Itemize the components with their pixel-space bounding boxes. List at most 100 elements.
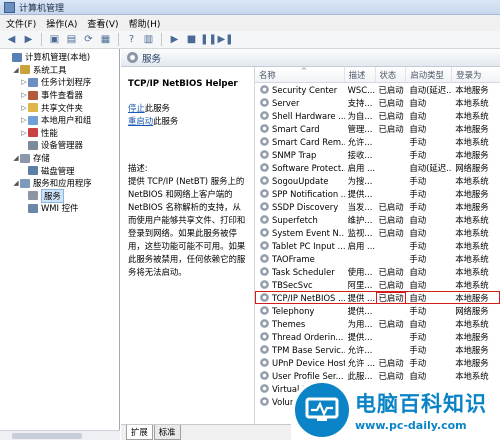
event-icon	[28, 90, 38, 100]
service-gear-icon	[260, 371, 269, 380]
tree-item-label: 服务	[41, 188, 64, 203]
column-status[interactable]: 状态	[376, 67, 407, 82]
stop-service-icon[interactable]: ■	[184, 33, 199, 47]
table-row[interactable]: SSDP Discovery 当发... 已启动 手动 本地服务	[255, 200, 500, 213]
table-row[interactable]: Telephony 提供... 手动 网络服务	[255, 304, 500, 317]
table-row[interactable]: System Event N... 监视... 已启动 自动 本地系统	[255, 226, 500, 239]
column-description[interactable]: 描述	[345, 67, 376, 82]
service-logon-as: 本地系统	[455, 253, 489, 264]
tree-expander-icon[interactable]: ▷	[20, 129, 28, 137]
table-row[interactable]: TCP/IP NetBIOS ... 提供 ... 已启动 自动 本地服务	[255, 291, 500, 304]
restart-service-icon[interactable]: ▶❚	[217, 33, 233, 47]
table-row[interactable]: Server 支持... 已启动 自动 本地系统	[255, 96, 500, 109]
tree-item[interactable]: ▷ 任务计划程序	[0, 76, 119, 89]
toolbar-separator	[161, 33, 162, 46]
table-row[interactable]: Software Protect... 启用 ... 自动(延迟... 网络服务	[255, 161, 500, 174]
service-logon-as: 本地服务	[455, 84, 489, 95]
column-logon-as[interactable]: 登录为	[452, 67, 500, 82]
tree-item[interactable]: ▷ 共享文件夹	[0, 101, 119, 114]
pause-service-icon[interactable]: ❚❚	[200, 33, 217, 47]
watermark-text: 电脑百科知识 www.pc-daily.com	[355, 388, 487, 432]
restart-action-row: 重启动此服务	[128, 115, 248, 128]
column-name[interactable]: 名称	[255, 67, 345, 82]
users-icon	[28, 115, 38, 125]
service-description: 当发...	[347, 201, 373, 212]
table-row[interactable]: SPP Notification ... 提供... 手动 本地服务	[255, 187, 500, 200]
service-startup-type: 手动	[409, 188, 427, 199]
tree-expander-icon[interactable]: ◢	[12, 179, 20, 187]
service-startup-type: 自动	[409, 227, 427, 238]
tree-item[interactable]: 服务	[0, 188, 119, 203]
table-row[interactable]: SNMP Trap 接收... 手动 本地服务	[255, 148, 500, 161]
service-name-text: Server	[272, 97, 300, 108]
menu-file[interactable]: 文件(F)	[6, 17, 36, 30]
table-row[interactable]: TBSecSvc 阿里... 已启动 自动 本地系统	[255, 278, 500, 291]
service-name-text: SSDP Discovery	[272, 201, 339, 212]
tree-horizontal-scrollbar[interactable]	[0, 430, 120, 440]
tree-expander-icon[interactable]: ▷	[20, 91, 28, 99]
table-row[interactable]: Thread Orderin... 提供... 手动 本地服务	[255, 330, 500, 343]
tree-item-label: 计算机管理(本地)	[25, 52, 91, 63]
tree-item[interactable]: ◢ 存储	[0, 152, 119, 165]
table-row[interactable]: SogouUpdate 为搜... 手动 本地系统	[255, 174, 500, 187]
table-row[interactable]: UPnP Device Host 允许 ... 已启动 手动 本地服务	[255, 356, 500, 369]
tree-expander-icon[interactable]: ▷	[20, 104, 28, 112]
tree-item[interactable]: ▷ 性能	[0, 127, 119, 140]
tree-item[interactable]: ▷ 事件查看器	[0, 89, 119, 102]
tree-item[interactable]: 设备管理器	[0, 139, 119, 152]
forward-icon[interactable]: ▶	[21, 33, 36, 47]
show-hide-tree-icon[interactable]: ▤	[64, 33, 79, 47]
export-list-icon[interactable]: ▦	[98, 33, 113, 47]
column-startup-type[interactable]: 启动类型	[406, 67, 453, 82]
table-row[interactable]: Shell Hardware ... 为自... 已启动 自动 本地系统	[255, 109, 500, 122]
tab-extended[interactable]: 扩展	[126, 425, 153, 440]
services-apps-icon	[20, 178, 30, 188]
service-logon-as: 网络服务	[455, 305, 489, 316]
up-folder-icon[interactable]: ▣	[47, 33, 62, 47]
tree-item[interactable]: ◢ 服务和应用程序	[0, 177, 119, 190]
service-logon-as: 本地系统	[455, 240, 489, 251]
service-startup-type: 手动	[409, 175, 427, 186]
help-icon[interactable]: ?	[124, 33, 139, 47]
start-service-icon[interactable]: ▶	[167, 33, 182, 47]
service-name-text: Security Center	[272, 84, 338, 95]
tree-expander-icon[interactable]: ◢	[12, 66, 20, 74]
refresh-icon[interactable]: ⟳	[81, 33, 96, 47]
service-description: 为搜...	[347, 175, 373, 186]
tree-item[interactable]: 计算机管理(本地)	[0, 51, 119, 64]
service-logon-as: 本地服务	[455, 344, 489, 355]
menu-view[interactable]: 查看(V)	[87, 17, 118, 30]
tab-standard[interactable]: 标准	[153, 425, 181, 440]
table-row[interactable]: Themes 为用... 已启动 自动 本地系统	[255, 317, 500, 330]
service-gear-icon	[260, 306, 269, 315]
properties-icon[interactable]: ▥	[141, 33, 156, 47]
panel-title: 服务	[142, 53, 162, 65]
tree-item[interactable]: WMI 控件	[0, 202, 119, 215]
tree-item[interactable]: ◢ 系统工具	[0, 64, 119, 77]
table-row[interactable]: Task Scheduler 使用... 已启动 自动 本地系统	[255, 265, 500, 278]
tree-item-label: 磁盘管理	[41, 165, 75, 176]
service-description: 支持...	[347, 97, 373, 108]
menu-action[interactable]: 操作(A)	[46, 17, 77, 30]
table-row[interactable]: TPM Base Servic... 允许... 手动 本地服务	[255, 343, 500, 356]
table-row[interactable]: Smart Card Rem... 允许... 手动 本地系统	[255, 135, 500, 148]
service-description: 为自...	[347, 110, 373, 121]
table-row[interactable]: Smart Card 管理... 已启动 自动 本地服务	[255, 122, 500, 135]
tree-item[interactable]: ▷ 本地用户和组	[0, 114, 119, 127]
stop-service-link[interactable]: 停止	[128, 103, 145, 113]
back-icon[interactable]: ◀	[4, 33, 19, 47]
table-row[interactable]: TAOFrame 手动 本地系统	[255, 252, 500, 265]
tree-item-label: 服务和应用程序	[33, 178, 92, 189]
tree-expander-icon[interactable]: ▷	[20, 116, 28, 124]
service-logon-as: 本地系统	[455, 279, 489, 290]
tree-item[interactable]: 磁盘管理	[0, 164, 119, 177]
service-logon-as: 本地服务	[455, 201, 489, 212]
table-row[interactable]: Tablet PC Input ... 启用 ... 手动 本地系统	[255, 239, 500, 252]
table-row[interactable]: Superfetch 维护... 已启动 自动 本地系统	[255, 213, 500, 226]
restart-service-link[interactable]: 重启动	[128, 116, 153, 126]
menu-help[interactable]: 帮助(H)	[129, 17, 161, 30]
tree-expander-icon[interactable]: ◢	[12, 154, 20, 162]
tree-expander-icon[interactable]: ▷	[20, 78, 28, 86]
service-name: SSDP Discovery	[255, 202, 345, 212]
table-row[interactable]: Security Center WSC... 已启动 自动(延迟... 本地服务	[255, 83, 500, 96]
